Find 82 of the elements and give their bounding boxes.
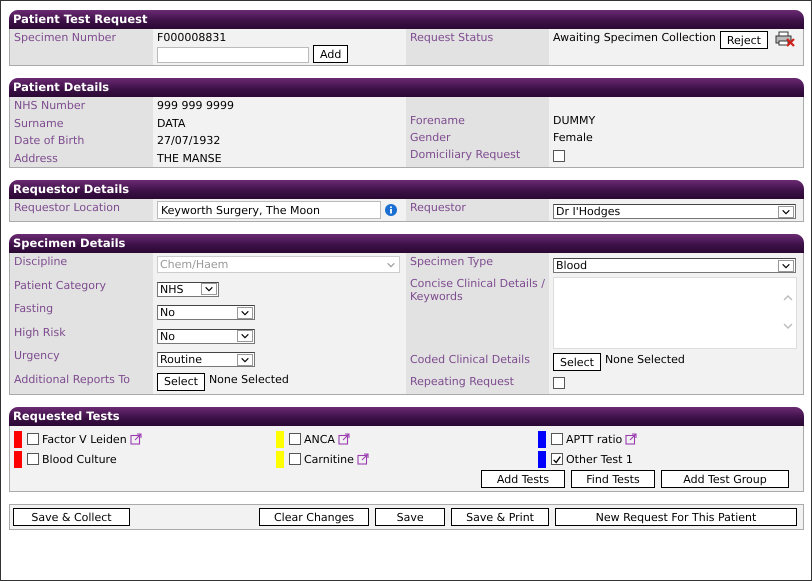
- add-button[interactable]: Add: [313, 45, 348, 63]
- field-label: Requestor: [410, 201, 466, 214]
- section-header: Specimen Details: [9, 234, 804, 253]
- checkbox[interactable]: [27, 453, 39, 465]
- checkbox[interactable]: [289, 433, 301, 445]
- select-button[interactable]: Select: [157, 372, 205, 390]
- field-value: F000008831: [157, 31, 228, 44]
- field-value: DUMMY: [553, 114, 596, 127]
- action-button[interactable]: Clear Changes: [259, 508, 370, 526]
- action-button[interactable]: Add Test Group: [661, 470, 789, 488]
- select-button[interactable]: Select: [553, 353, 601, 371]
- field-label: Request Status: [410, 31, 494, 44]
- field-label: Forename: [410, 114, 465, 127]
- dropdown[interactable]: NHS: [157, 282, 219, 296]
- section-header: Requested Tests: [9, 407, 804, 426]
- field-label: High Risk: [14, 326, 66, 338]
- test-name: Blood Culture: [42, 452, 117, 466]
- checkbox[interactable]: [551, 433, 563, 445]
- field-value: Female: [553, 131, 593, 144]
- status-text: Awaiting Specimen Collection: [553, 31, 716, 44]
- field-label: Repeating Request: [410, 375, 514, 388]
- external-link-icon[interactable]: [130, 433, 142, 445]
- field-value: 999 999 9999: [157, 99, 234, 112]
- test-name: APTT ratio: [566, 432, 622, 446]
- field-label: Concise Clinical Details / Keywords: [410, 277, 545, 303]
- field-label: Urgency: [14, 349, 60, 362]
- test-name: Other Test 1: [566, 452, 633, 466]
- selection-text: None Selected: [208, 372, 289, 386]
- field-label: Fasting: [14, 302, 54, 315]
- test-name: Carnitine: [304, 452, 354, 466]
- external-link-icon[interactable]: [625, 433, 638, 445]
- checkbox[interactable]: [27, 433, 39, 445]
- checkbox[interactable]: [553, 150, 565, 162]
- dropdown[interactable]: Blood: [553, 258, 796, 273]
- field-label: Domiciliary Request: [410, 148, 520, 161]
- dropdown[interactable]: Dr I'Hodges: [553, 204, 796, 219]
- field-label: Additional Reports To: [14, 372, 130, 386]
- section-header: Patient Test Request: [9, 10, 804, 29]
- caret-icon: [237, 306, 253, 318]
- input-field[interactable]: [157, 46, 309, 62]
- checkbox[interactable]: [289, 453, 301, 465]
- action-button[interactable]: Add Tests: [481, 470, 565, 488]
- field-label: NHS Number: [14, 99, 86, 112]
- reject-button[interactable]: Reject: [720, 31, 768, 49]
- dropdown[interactable]: No: [157, 328, 255, 344]
- field-label: Patient Category: [14, 278, 106, 292]
- checkbox[interactable]: [553, 377, 565, 389]
- field-label: Specimen Number: [14, 31, 116, 44]
- field-label: Discipline: [14, 255, 68, 268]
- external-link-icon[interactable]: [356, 453, 369, 465]
- action-button[interactable]: Find Tests: [571, 470, 655, 488]
- field-label: Date of Birth: [14, 134, 84, 147]
- printer-x-icon[interactable]: [775, 31, 795, 47]
- field-label: Surname: [14, 116, 64, 130]
- caret-icon: [778, 260, 794, 272]
- field-label: Address: [14, 152, 58, 164]
- field-label: Requestor Location: [14, 201, 120, 214]
- input-field[interactable]: Keyworth Surgery, The Moon: [157, 201, 381, 219]
- field-value: DATA: [157, 116, 186, 130]
- checkbox[interactable]: [551, 453, 563, 465]
- field-label: Coded Clinical Details: [410, 353, 530, 366]
- external-link-icon[interactable]: [338, 433, 350, 445]
- field-label: Gender: [410, 131, 451, 144]
- caret-icon: [201, 283, 217, 295]
- caret-icon: [237, 354, 253, 366]
- action-button[interactable]: Save: [375, 508, 446, 526]
- action-button[interactable]: New Request For This Patient: [555, 508, 797, 526]
- action-button[interactable]: Save & Collect: [13, 508, 130, 526]
- dropdown[interactable]: Routine: [157, 352, 255, 367]
- selection-text: None Selected: [604, 353, 685, 366]
- test-name: Factor V Leiden: [42, 432, 127, 446]
- caret-icon: [778, 206, 794, 218]
- section-header: Patient Details: [9, 78, 804, 97]
- dropdown[interactable]: No: [157, 305, 255, 320]
- field-label: Specimen Type: [410, 255, 494, 268]
- test-name: ANCA: [304, 432, 335, 446]
- action-button[interactable]: Save & Print: [451, 508, 549, 526]
- field-value: 27/07/1932: [157, 134, 220, 147]
- field-value: THE MANSE: [157, 152, 222, 164]
- info-icon[interactable]: [385, 204, 397, 216]
- caret-icon: [237, 330, 253, 342]
- section-header: Requestor Details: [9, 180, 804, 199]
